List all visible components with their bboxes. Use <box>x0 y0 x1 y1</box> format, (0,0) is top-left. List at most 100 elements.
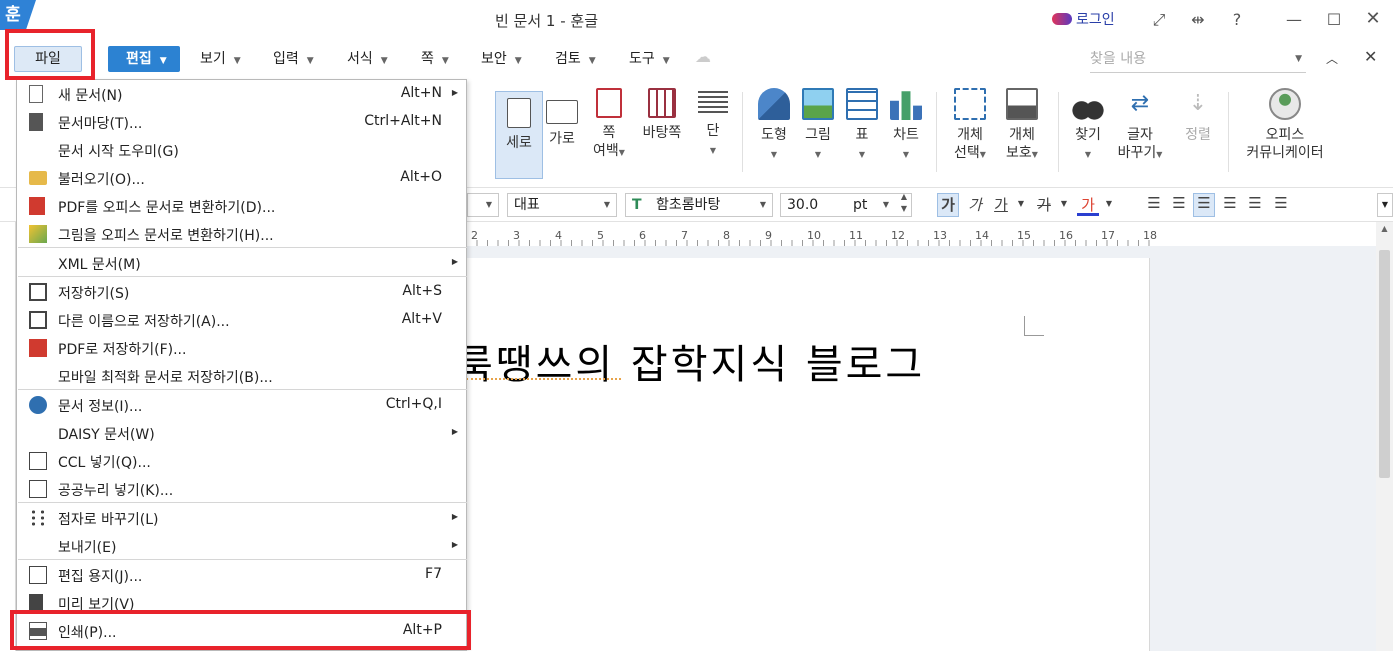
font-size-input[interactable]: 30.0 pt ▼ ▲ ▼ <box>780 191 912 217</box>
close-doc-icon[interactable]: ✕ <box>1364 47 1377 66</box>
file-menu-item[interactable]: XML 문서(M) ▶ <box>17 249 466 277</box>
menu-file[interactable]: 파일 <box>14 46 82 72</box>
fullscreen-icon[interactable]: ⤢ <box>1147 10 1171 30</box>
landscape-icon <box>546 100 578 124</box>
search-input[interactable]: 찾을 내용 ▼ <box>1090 45 1306 73</box>
italic-button[interactable]: 가 <box>964 194 986 215</box>
submenu-arrow-icon: ▶ <box>451 257 458 266</box>
menu-format[interactable]: 서식 ▼ <box>347 48 388 68</box>
split-view-icon[interactable]: ⇹ <box>1186 10 1210 29</box>
ribbon-chart-button[interactable]: 차트 ▼ <box>882 88 930 164</box>
ribbon-master-page-label: 바탕쪽 <box>642 125 682 141</box>
chevron-down-icon[interactable]: ▼ <box>1053 199 1075 208</box>
ribbon-table-button[interactable]: 표 ▼ <box>838 88 886 164</box>
minimize-icon[interactable]: — <box>1282 10 1306 29</box>
chevron-down-icon[interactable]: ▼ <box>1010 199 1032 208</box>
document-page[interactable] <box>466 258 1150 651</box>
menu-security[interactable]: 보안 ▼ <box>481 48 522 68</box>
close-icon[interactable]: ✕ <box>1361 8 1385 29</box>
messenger-icon[interactable]: ☁ <box>695 47 711 66</box>
chevron-down-icon: ▼ <box>159 56 167 66</box>
ribbon-sort-button[interactable]: ⇣ 정렬 <box>1174 88 1222 144</box>
menu-page[interactable]: 쪽 ▼ <box>421 48 449 68</box>
font-color-button[interactable]: 가 <box>1077 194 1099 216</box>
ribbon-find-button[interactable]: 찾기 ▼ <box>1064 88 1112 164</box>
help-icon[interactable]: ? <box>1225 10 1249 29</box>
format-more-button[interactable]: ▼ <box>1377 193 1393 217</box>
menu-edit[interactable]: 편집 ▼ <box>108 46 180 72</box>
ribbon-column-button[interactable]: 단 ▼ <box>689 88 737 160</box>
maximize-icon[interactable]: ☐ <box>1322 10 1346 29</box>
underline-button[interactable]: 가 <box>990 194 1012 215</box>
file-menu-item[interactable]: 문서 정보(I)... Ctrl+Q,I <box>17 391 466 419</box>
file-menu-item[interactable]: 편집 용지(J)... F7 <box>17 561 466 589</box>
vertical-scrollbar[interactable]: ▲ <box>1376 222 1393 651</box>
ribbon-replace-button[interactable]: ⇄ 글자 바꾸기▼ <box>1116 88 1164 164</box>
file-menu-item[interactable]: 불러오기(O)... Alt+O <box>17 164 466 192</box>
document-text[interactable]: 룩땡쓰의 잡학지식 블로그 <box>456 332 925 390</box>
scroll-up-icon[interactable]: ▲ <box>1376 224 1393 233</box>
menu-tools[interactable]: 도구 ▼ <box>629 48 670 68</box>
file-menu-item[interactable]: CCL 넣기(Q)... <box>17 447 466 475</box>
menu-edit-label: 편집 <box>126 51 152 67</box>
align-divide-icon[interactable]: ☰ <box>1270 194 1292 212</box>
file-menu-item-label: 불러오기(O)... <box>58 172 145 188</box>
chevron-down-icon: ▼ <box>485 200 492 209</box>
file-menu-dropdown: 새 문서(N) Alt+N ▶ 문서마당(T)... Ctrl+Alt+N 문서 시작 도… <box>16 79 467 651</box>
chevron-down-icon: ▼ <box>858 150 866 159</box>
file-menu-item[interactable]: 새 문서(N) Alt+N ▶ <box>17 80 466 108</box>
ribbon-master-page-button[interactable]: 바탕쪽 <box>638 88 686 142</box>
file-menu-item[interactable]: PDF로 저장하기(F)... <box>17 334 466 362</box>
style-select[interactable]: 대표 ▼ <box>507 193 617 217</box>
align-left-icon[interactable]: ☰ <box>1168 194 1190 212</box>
portrait-icon <box>507 98 531 128</box>
horizontal-ruler[interactable]: 2 3 4 5 6 7 8 9 10 11 12 13 14 15 16 17 18 <box>466 226 1157 246</box>
collapse-ribbon-icon[interactable]: ︿ <box>1326 50 1338 67</box>
ribbon-communicator-button[interactable]: 오피스 커뮤니케이터 <box>1240 88 1330 162</box>
file-menu-item[interactable]: 다른 이름으로 저장하기(A)... Alt+V <box>17 306 466 334</box>
bold-button[interactable]: 가 <box>937 193 959 217</box>
file-menu-item[interactable]: 점자로 바꾸기(L) ▶ <box>17 504 466 532</box>
file-menu-item[interactable]: 문서 시작 도우미(G) <box>17 136 466 164</box>
menu-insert[interactable]: 입력 ▼ <box>273 48 314 68</box>
ribbon-object-protect-button[interactable]: 개체 보호▼ <box>998 88 1046 164</box>
ribbon-shape-button[interactable]: 도형 ▼ <box>750 88 798 164</box>
strikethrough-button[interactable]: 가 <box>1033 194 1055 215</box>
file-menu-item[interactable]: 미리 보기(V) <box>17 589 466 617</box>
font-size-unit: pt <box>853 197 868 213</box>
login-label: 로그인 <box>1076 12 1115 28</box>
align-justify-icon[interactable]: ☰ <box>1143 194 1165 212</box>
chevron-down-icon: ▼ <box>441 56 449 66</box>
login-button[interactable]: 로그인 <box>1052 9 1115 29</box>
left-gutter <box>0 222 16 651</box>
file-menu-item[interactable]: 공공누리 넣기(K)... <box>17 475 466 503</box>
ribbon-portrait-button[interactable]: 세로 <box>495 91 543 179</box>
menu-view[interactable]: 보기 ▼ <box>200 48 241 68</box>
align-right-icon[interactable]: ☰ <box>1219 194 1241 212</box>
file-menu-item[interactable]: 인쇄(P)... Alt+P <box>17 617 466 645</box>
file-menu-item[interactable]: 문서마당(T)... Ctrl+Alt+N <box>17 108 466 136</box>
menu-separator <box>18 502 467 503</box>
chevron-down-icon[interactable]: ▼ <box>1295 45 1302 73</box>
format-prev-dropdown[interactable]: ▼ <box>467 193 499 217</box>
chevron-down-icon: ▼ <box>902 150 910 159</box>
chevron-down-icon: ▼ <box>233 56 241 66</box>
scrollbar-thumb[interactable] <box>1379 250 1390 478</box>
chevron-down-icon[interactable]: ▼ <box>1098 199 1120 208</box>
file-menu-item[interactable]: DAISY 문서(W) ▶ <box>17 419 466 447</box>
ribbon-object-select-label2: 선택 <box>954 145 980 161</box>
file-menu-item[interactable]: 보내기(E) ▶ <box>17 532 466 560</box>
ribbon-landscape-button[interactable]: 가로 <box>538 88 586 148</box>
file-menu-item[interactable]: PDF를 오피스 문서로 변환하기(D)... <box>17 192 466 220</box>
file-menu-item[interactable]: 그림을 오피스 문서로 변환하기(H)... <box>17 220 466 248</box>
ribbon-margin-button[interactable]: 쪽 여백▼ <box>585 88 633 162</box>
align-center-icon[interactable]: ☰ <box>1193 193 1215 217</box>
ribbon-object-select-button[interactable]: 개체 선택▼ <box>946 88 994 164</box>
menu-review[interactable]: 검토 ▼ <box>555 48 596 68</box>
spinner-icon[interactable]: ▲ ▼ <box>901 191 907 215</box>
file-menu-item[interactable]: 모바일 최적화 문서로 저장하기(B)... <box>17 362 466 390</box>
file-menu-item[interactable]: 저장하기(S) Alt+S <box>17 278 466 306</box>
ribbon-image-button[interactable]: 그림 ▼ <box>794 88 842 164</box>
font-select[interactable]: T 함초롬바탕 ▼ <box>625 193 773 217</box>
align-distribute-icon[interactable]: ☰ <box>1244 194 1266 212</box>
